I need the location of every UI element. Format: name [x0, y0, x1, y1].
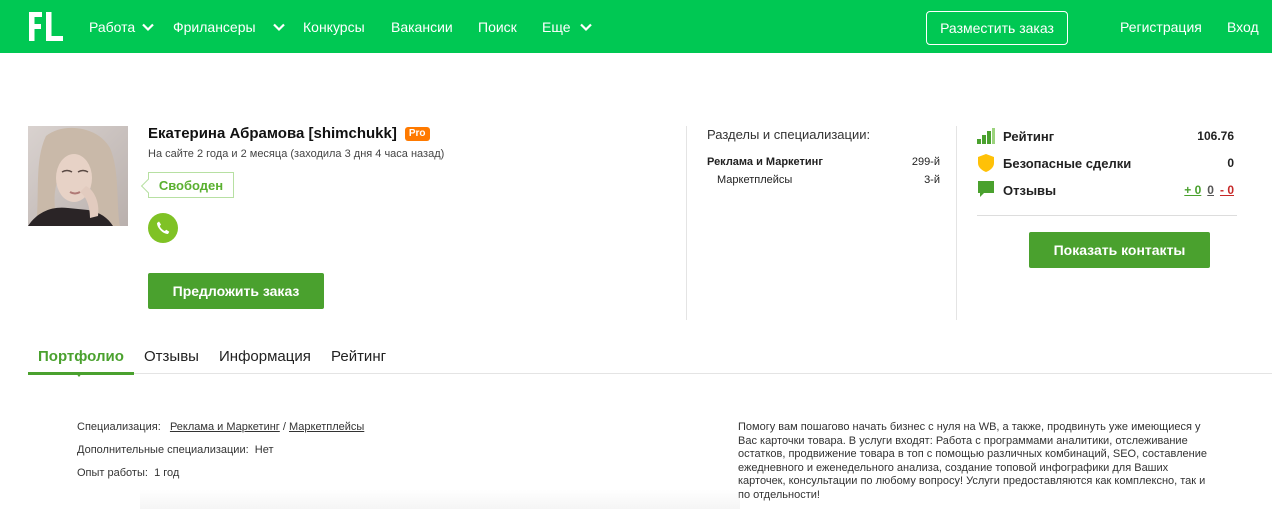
reviews-neutral[interactable]: 0 [1207, 183, 1214, 197]
specialization-separator: / [282, 421, 286, 433]
nav-vacancies[interactable]: Вакансии [391, 19, 453, 35]
reviews-negative[interactable]: - 0 [1220, 183, 1234, 197]
reviews-label: Отзывы [1003, 182, 1057, 198]
safe-deals-label: Безопасные сделки [1003, 155, 1132, 171]
tab-rating[interactable]: Рейтинг [331, 348, 386, 365]
nav-work-label: Работа [89, 19, 136, 35]
specialization-row: Специализация: Реклама и Маркетинг / Мар… [77, 421, 364, 433]
user-name: Екатерина Абрамова [shimchukk] [148, 125, 397, 142]
register-link[interactable]: Регистрация [1120, 19, 1202, 35]
rating-value: 106.76 [1197, 129, 1234, 143]
section-item: Маркетплейсы 3-й [707, 174, 940, 186]
rating-row: Рейтинг 106.76 [977, 126, 1234, 146]
rating-label: Рейтинг [1003, 128, 1055, 144]
safe-deals-value: 0 [1227, 156, 1234, 170]
section-rank: 3-й [924, 174, 940, 186]
offer-order-button[interactable]: Предложить заказ [148, 273, 324, 309]
nav-search-label: Поиск [478, 19, 517, 35]
reviews-positive[interactable]: + 0 [1184, 183, 1201, 197]
section-name[interactable]: Маркетплейсы [717, 174, 792, 186]
extra-specialization-value: Нет [254, 444, 274, 456]
profile-name-row: Екатерина Абрамова [shimchukk] Pro [148, 125, 430, 142]
sections-title: Разделы и специализации: [707, 127, 871, 142]
chevron-down-icon [579, 23, 592, 32]
fl-logo[interactable] [27, 10, 65, 43]
experience-value: 1 год [154, 467, 180, 479]
chevron-down-icon [142, 23, 154, 32]
divider [956, 126, 957, 320]
post-order-button[interactable]: Разместить заказ [926, 11, 1068, 45]
nav-freelancers-label: Фрилансеры [173, 19, 256, 35]
specialization-main-link[interactable]: Реклама и Маркетинг [170, 421, 280, 433]
top-navbar: Работа Фрилансеры Конкурсы Вакансии Поис… [0, 0, 1272, 53]
section-item: Реклама и Маркетинг 299-й [707, 156, 940, 168]
tab-reviews[interactable]: Отзывы [144, 348, 199, 365]
reviews-row: Отзывы + 0 0 - 0 [977, 180, 1234, 200]
tab-portfolio[interactable]: Портфолио [38, 348, 124, 365]
active-tab-caret [75, 372, 83, 377]
specialization-label: Специализация: [77, 421, 161, 433]
login-link[interactable]: Вход [1227, 19, 1259, 35]
experience-row: Опыт работы: 1 год [77, 467, 179, 479]
nav-work[interactable]: Работа [89, 19, 155, 35]
avatar [28, 126, 128, 226]
portfolio-fade [140, 490, 740, 509]
shield-icon [977, 154, 995, 172]
specialization-sub-link[interactable]: Маркетплейсы [289, 421, 364, 433]
nav-search[interactable]: Поиск [478, 19, 517, 35]
experience-label: Опыт работы: [77, 467, 148, 479]
safe-deals-row: Безопасные сделки 0 [977, 153, 1234, 173]
nav-more-label: Еще [542, 19, 571, 35]
nav-contests[interactable]: Конкурсы [303, 19, 365, 35]
nav-contests-label: Конкурсы [303, 19, 365, 35]
extra-specialization-row: Дополнительные специализации: Нет [77, 444, 274, 456]
tab-information[interactable]: Информация [219, 348, 311, 365]
nav-freelancers[interactable]: Фрилансеры [173, 19, 286, 35]
comment-icon [977, 181, 995, 199]
nav-more[interactable]: Еще [542, 19, 593, 35]
rating-bars-icon [977, 127, 995, 145]
phone-icon[interactable] [148, 213, 178, 243]
divider [977, 215, 1237, 216]
section-name[interactable]: Реклама и Маркетинг [707, 156, 823, 168]
tabs-divider [28, 373, 1272, 374]
site-time-text: На сайте 2 года и 2 месяца (заходила 3 д… [148, 148, 445, 160]
profile-description: Помогу вам пошагово начать бизнес с нуля… [738, 421, 1207, 501]
show-contacts-button[interactable]: Показать контакты [1029, 232, 1210, 268]
extra-specialization-label: Дополнительные специализации: [77, 444, 249, 456]
divider [686, 126, 687, 320]
nav-vacancies-label: Вакансии [391, 19, 453, 35]
section-rank: 299-й [911, 156, 940, 168]
chevron-down-icon [272, 23, 285, 32]
status-badge: Свободен [148, 172, 234, 198]
pro-badge[interactable]: Pro [404, 126, 430, 141]
